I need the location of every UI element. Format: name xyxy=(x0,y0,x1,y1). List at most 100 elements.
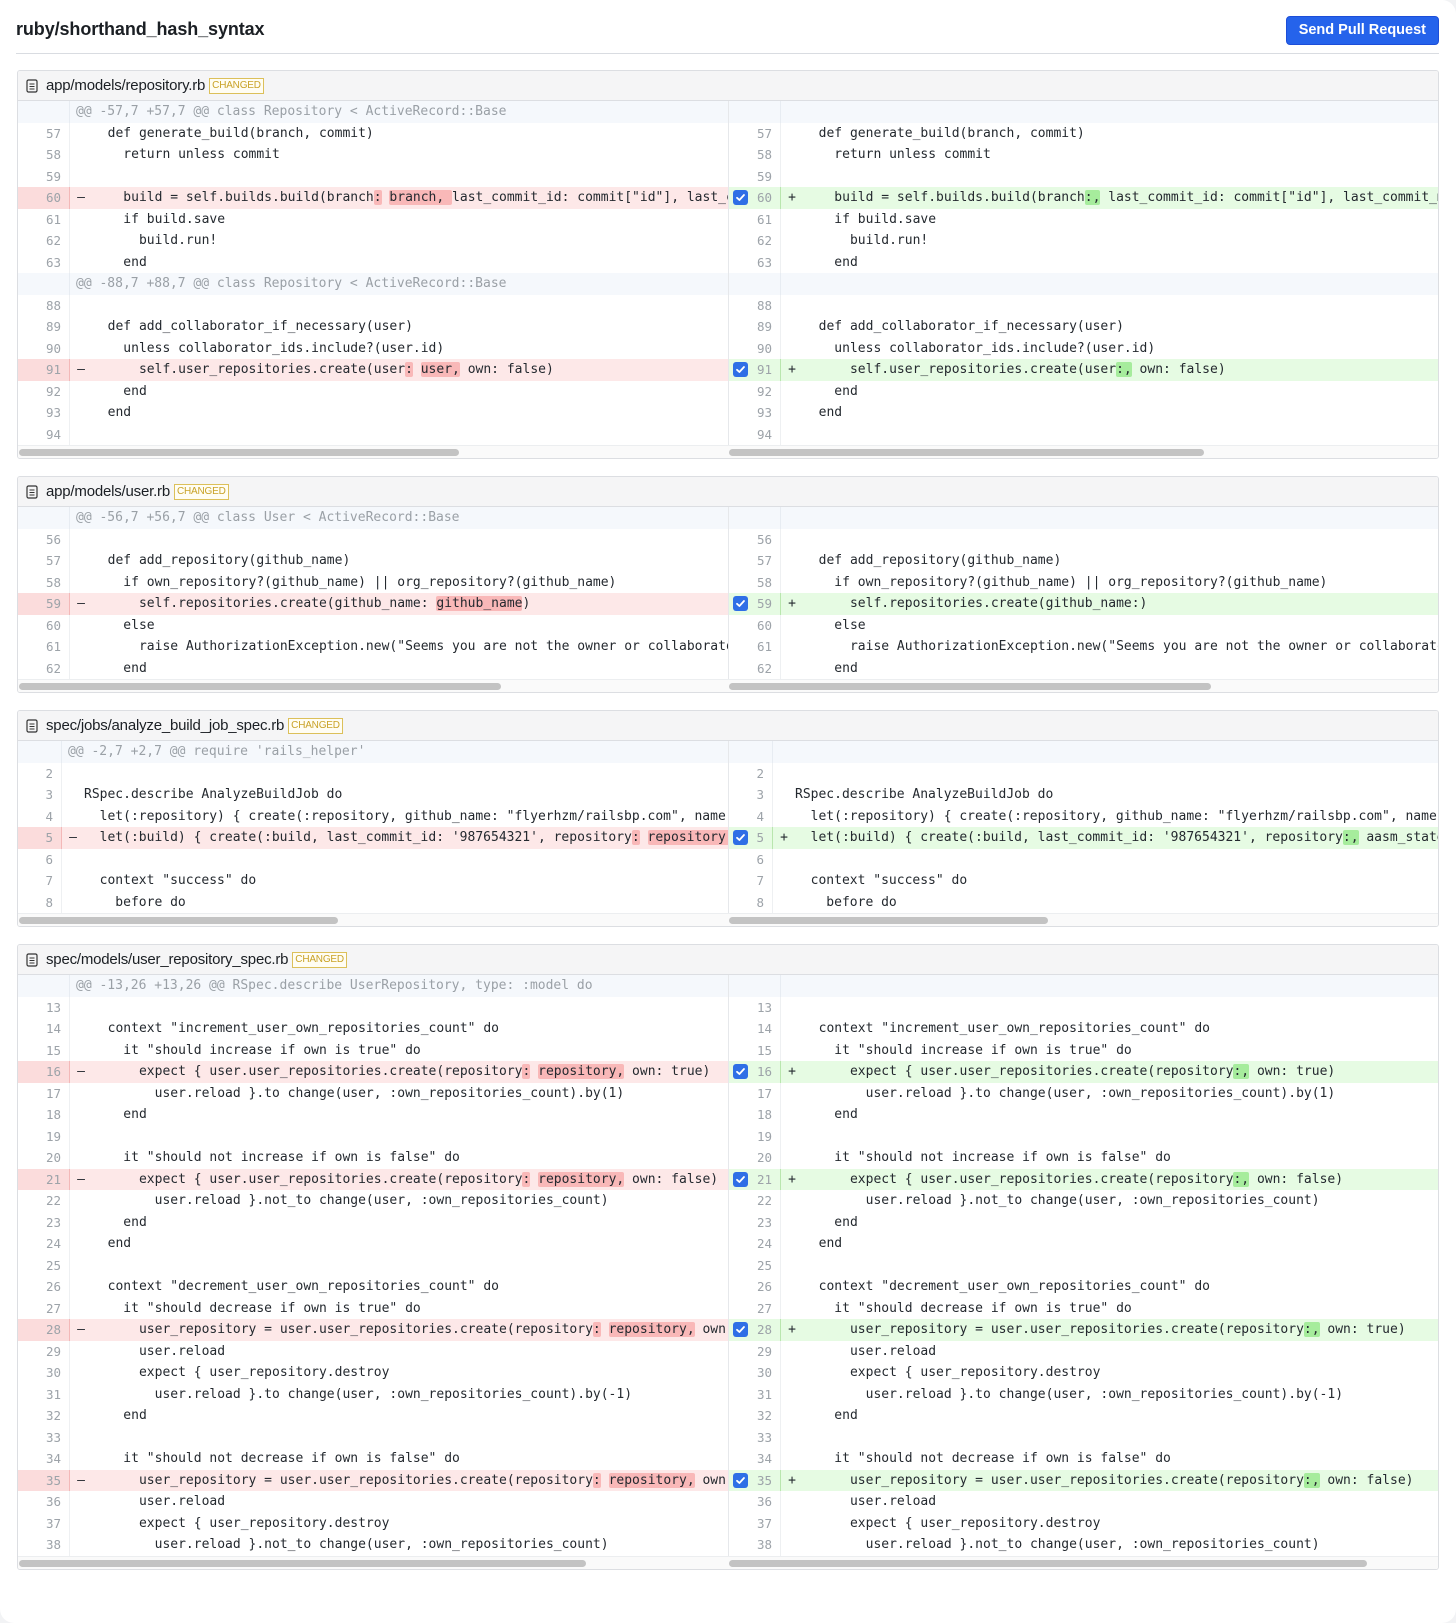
old-side-scrollbar[interactable] xyxy=(18,680,728,692)
code-text: self.user_repositories.create(user:, own… xyxy=(803,362,1438,378)
context-line: 56 xyxy=(18,528,728,550)
file-path[interactable]: spec/jobs/analyze_build_job_spec.rb xyxy=(46,717,284,734)
scrollbar-thumb[interactable] xyxy=(729,683,1211,690)
code-segment: self.user_repositories.create(user xyxy=(92,362,406,378)
line-number: 61 xyxy=(18,636,70,658)
deleted-line: 5– let(:build) { create(:build, last_com… xyxy=(18,827,728,849)
new-side-scrollbar[interactable] xyxy=(728,1557,1438,1569)
apply-change-checkbox[interactable] xyxy=(733,362,748,377)
code-segment: user_repository = user.user_repositories… xyxy=(803,1322,1304,1338)
new-side: 56 57 def add_repository(github_name) 58 i… xyxy=(728,507,1438,679)
line-number-text: 24 xyxy=(756,1236,772,1252)
new-side-scrollbar[interactable] xyxy=(728,680,1438,692)
line-number: 38 xyxy=(729,1534,781,1556)
context-line: 33 xyxy=(18,1426,728,1448)
apply-change-checkbox[interactable] xyxy=(733,1322,748,1337)
line-number-text: 23 xyxy=(45,1214,61,1230)
new-side-scrollbar[interactable] xyxy=(728,914,1438,926)
context-line: 18 end xyxy=(729,1104,1438,1126)
checkmark-icon xyxy=(736,366,745,373)
scrollbar-thumb[interactable] xyxy=(729,917,1048,924)
page: ruby/shorthand_hash_syntax Send Pull Req… xyxy=(0,0,1456,1623)
line-number: 14 xyxy=(729,1018,781,1040)
code-text: end xyxy=(803,383,858,399)
removed-token: user, xyxy=(420,362,460,378)
line-number-text: 30 xyxy=(45,1365,61,1381)
code-text: let(:build) { create(:build, last_commit… xyxy=(84,830,728,846)
code-text: raise AuthorizationException.new("Seems … xyxy=(849,639,1438,655)
scrollbar-thumb[interactable] xyxy=(729,449,1204,456)
code-text: else xyxy=(803,617,866,633)
code-segment: own: false) xyxy=(459,362,554,378)
context-line: 27 it "should decrease if own is true" d… xyxy=(729,1297,1438,1319)
old-side-scrollbar[interactable] xyxy=(18,446,728,458)
line-number: 33 xyxy=(18,1426,70,1448)
scrollbar-thumb[interactable] xyxy=(729,1559,1367,1567)
code-text: context "increment_user_own_repositories… xyxy=(803,1021,1210,1037)
line-number-text: 18 xyxy=(756,1107,772,1123)
context-line: 19 xyxy=(18,1125,728,1147)
line-number-text: 58 xyxy=(756,574,772,590)
code-text: user.reload }.to change(user, :own_repos… xyxy=(92,1085,625,1101)
line-number: 20 xyxy=(18,1147,70,1169)
line-number-text: 8 xyxy=(45,894,53,910)
line-number-text: 63 xyxy=(756,254,772,270)
apply-change-checkbox[interactable] xyxy=(733,1064,748,1079)
code-text: end xyxy=(92,383,147,399)
line-number-text: 4 xyxy=(45,808,53,824)
file-header[interactable]: app/models/user.rb CHANGED xyxy=(18,477,1438,507)
context-line: 93 end xyxy=(729,402,1438,424)
context-line: 15 it "should increase if own is true" d… xyxy=(18,1039,728,1061)
file-icon xyxy=(26,484,38,499)
line-number: 58 xyxy=(729,144,781,166)
line-number-text: 25 xyxy=(756,1257,772,1273)
line-number-text: 60 xyxy=(45,617,61,633)
scrollbar-thumb[interactable] xyxy=(19,683,501,690)
context-line: 92 end xyxy=(729,380,1438,402)
scrollbar-thumb[interactable] xyxy=(19,917,338,924)
line-number-text: 26 xyxy=(45,1279,61,1295)
file-path[interactable]: spec/models/user_repository_spec.rb xyxy=(46,951,288,968)
apply-change-checkbox[interactable] xyxy=(733,830,748,845)
line-number-text: 15 xyxy=(756,1042,772,1058)
old-side-scrollbar[interactable] xyxy=(18,1557,728,1569)
line-number: 26 xyxy=(18,1276,70,1298)
code-segment: self.repositories.create(github_name: xyxy=(92,596,437,612)
file-header[interactable]: app/models/repository.rb CHANGED xyxy=(18,71,1438,101)
file-path[interactable]: app/models/user.rb xyxy=(46,483,170,500)
scrollbar-thumb[interactable] xyxy=(19,449,459,456)
line-number: 21 xyxy=(729,1168,781,1190)
hunk-header-text: @@ -56,7 +56,7 @@ class User < ActiveRec… xyxy=(76,510,460,526)
new-side-scrollbar[interactable] xyxy=(728,446,1438,458)
line-number-text: 57 xyxy=(45,553,61,569)
page-title: ruby/shorthand_hash_syntax xyxy=(16,19,265,39)
old-side-scrollbar[interactable] xyxy=(18,914,728,926)
code-text: end xyxy=(803,1236,843,1252)
apply-change-checkbox[interactable] xyxy=(733,190,748,205)
added-line: 59 + self.repositories.create(github_name… xyxy=(729,593,1438,615)
context-line: 33 xyxy=(729,1426,1438,1448)
code-text: build.run! xyxy=(92,233,218,249)
file-header[interactable]: spec/jobs/analyze_build_job_spec.rb CHANG… xyxy=(18,711,1438,741)
minus-marker: – xyxy=(77,1322,85,1338)
line-number: 18 xyxy=(18,1104,70,1126)
code-text: let(:build) { create(:build, last_commit… xyxy=(795,830,1438,846)
hunk-header-row xyxy=(729,101,1438,123)
line-number: 94 xyxy=(18,423,70,445)
code-segment: aasm_state: 'running') } xyxy=(1366,830,1438,846)
scrollbar-thumb[interactable] xyxy=(19,1559,586,1567)
apply-change-checkbox[interactable] xyxy=(733,1171,748,1187)
file-header[interactable]: spec/models/user_repository_spec.rb CHANG… xyxy=(18,945,1438,975)
apply-change-checkbox[interactable] xyxy=(733,1472,748,1488)
file-path[interactable]: app/models/repository.rb xyxy=(46,77,205,94)
code-segment: self.repositories.create(github_name:) xyxy=(803,596,1148,612)
apply-change-checkbox[interactable] xyxy=(733,596,748,611)
line-number: 57 xyxy=(18,550,70,572)
added-line: 91 + self.user_repositories.create(user:,… xyxy=(729,359,1438,381)
send-pull-request-button[interactable]: Send Pull Request xyxy=(1285,16,1439,45)
line-number-text: 31 xyxy=(756,1386,772,1402)
added-line: 28 + user_repository = user.user_reposito… xyxy=(729,1319,1438,1341)
deleted-line: 35– user_repository = user.user_reposito… xyxy=(18,1469,728,1491)
line-number: 28 xyxy=(729,1319,781,1341)
